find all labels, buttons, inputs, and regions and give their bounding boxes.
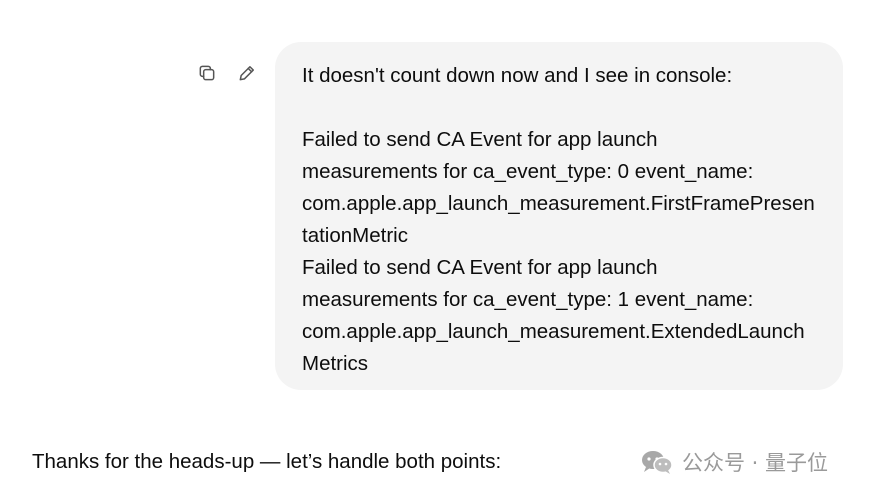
assistant-message-text: Thanks for the heads-up — let’s handle b… <box>32 450 502 473</box>
user-message-bubble: It doesn't count down now and I see in c… <box>275 42 843 390</box>
pencil-icon[interactable] <box>236 62 258 84</box>
copy-icon[interactable] <box>196 62 218 84</box>
wechat-icon <box>640 448 674 476</box>
user-message-text: It doesn't count down now and I see in c… <box>302 64 815 375</box>
message-actions <box>196 62 258 84</box>
user-message-row: It doesn't count down now and I see in c… <box>0 0 882 400</box>
watermark-text: 公众号 · 量子位 <box>682 451 829 475</box>
watermark: 公众号 · 量子位 <box>640 446 828 478</box>
